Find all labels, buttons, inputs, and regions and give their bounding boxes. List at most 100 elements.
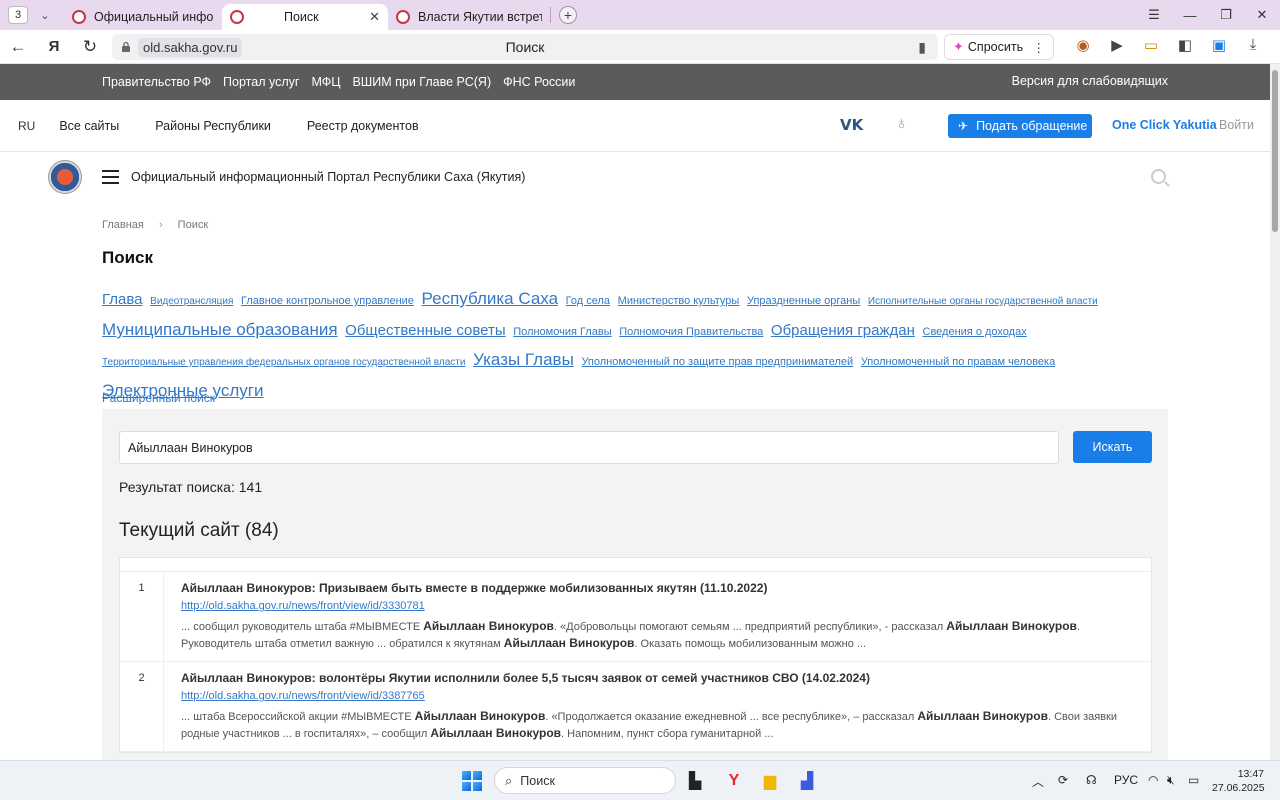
collections-icon[interactable]: ◧ xyxy=(1168,36,1202,54)
tag-link[interactable]: Упраздненные органы xyxy=(747,295,860,307)
reload-icon[interactable]: ↻ xyxy=(72,37,108,57)
tag-link[interactable]: Министерство культуры xyxy=(618,295,740,307)
search-submit-button[interactable]: Искать xyxy=(1073,431,1152,463)
close-window-icon[interactable]: ✕ xyxy=(1244,7,1280,23)
ask-ai-button[interactable]: ✦ Спросить ⋮ xyxy=(944,34,1054,60)
snippet-text: . Оказать помощь мобилизованным можно ..… xyxy=(634,638,867,650)
browser-tab[interactable]: Официальный информа xyxy=(64,4,222,30)
highlight-term: Айыллаан Винокуров xyxy=(430,726,562,740)
accessibility-version-link[interactable]: Версия для слабовидящих xyxy=(1012,74,1168,88)
gov-link[interactable]: Правительство РФ xyxy=(102,75,211,89)
one-click-yakutia-link[interactable]: One Click Yakutia xyxy=(1112,118,1217,132)
sync-icon[interactable]: ⟳ xyxy=(1058,773,1068,787)
tag-link[interactable]: Общественные советы xyxy=(345,322,505,339)
result-snippet: ... штаба Всероссийской акции #МЫВМЕСТЕ … xyxy=(181,708,1135,742)
tag-link[interactable]: Полномочия Правительства xyxy=(619,326,763,338)
url-field[interactable]: old.sakha.gov.ru Поиск ▮ xyxy=(112,34,938,60)
tag-link[interactable]: Указы Главы xyxy=(473,350,574,369)
gov-links-bar: Правительство РФ Портал услуг МФЦ ВШИМ п… xyxy=(0,64,1270,100)
tag-link[interactable]: Сведения о доходах xyxy=(923,326,1027,338)
vk-icon[interactable]: VK xyxy=(840,116,863,134)
tab-divider xyxy=(550,7,551,23)
tag-link[interactable]: Глава xyxy=(102,291,143,308)
nav-districts[interactable]: Районы Республики xyxy=(155,119,271,133)
yandex-browser-icon[interactable]: Y xyxy=(723,770,745,792)
result-count: Результат поиска: 141 xyxy=(119,479,263,495)
language-switch[interactable]: RU xyxy=(18,119,35,133)
tag-link[interactable]: Муниципальные образования xyxy=(102,320,338,339)
hamburger-menu-icon[interactable] xyxy=(102,170,119,188)
odnoklassniki-icon[interactable]: ♁ xyxy=(895,113,909,134)
new-tab-icon[interactable]: + xyxy=(559,6,577,24)
minimize-icon[interactable]: — xyxy=(1172,8,1208,23)
analytics-app-icon[interactable]: ▟ xyxy=(796,770,818,792)
restore-icon[interactable]: ❐ xyxy=(1208,7,1244,23)
close-tab-icon[interactable]: ✕ xyxy=(363,9,380,25)
media-play-icon[interactable]: ▶ xyxy=(1100,36,1134,54)
tag-link[interactable]: Главное контрольное управление xyxy=(241,295,414,307)
input-language[interactable]: РУС xyxy=(1114,773,1138,787)
search-panel: Айыллаан Винокуров Искать Результат поис… xyxy=(102,409,1168,760)
tag-link[interactable]: Республика Саха xyxy=(422,289,559,308)
volume-muted-icon[interactable]: 🔇︎ xyxy=(1167,773,1175,788)
wifi-icon[interactable]: ◠ xyxy=(1148,773,1158,787)
sparkle-icon: ✦ xyxy=(953,39,964,54)
profile-extension-icon[interactable]: ▣ xyxy=(1202,36,1236,54)
menu-icon[interactable]: ☰ xyxy=(1136,7,1172,23)
task-view-icon[interactable]: ▙ xyxy=(684,770,706,792)
result-title[interactable]: Айыллаан Винокуров: волонтёры Якутии исп… xyxy=(181,671,1135,685)
search-icon[interactable] xyxy=(1151,169,1166,184)
gov-link[interactable]: МФЦ xyxy=(311,75,340,89)
file-explorer-icon[interactable]: ▆ xyxy=(759,770,781,792)
coat-of-arms-icon[interactable] xyxy=(48,160,82,194)
headset-icon[interactable]: ☊ xyxy=(1086,773,1097,787)
nav-documents-registry[interactable]: Реестр документов xyxy=(307,119,419,133)
tag-link[interactable]: Уполномоченный по правам человека xyxy=(861,356,1055,368)
chevron-down-icon[interactable]: ⌄ xyxy=(34,9,56,22)
tab-count-badge[interactable]: 3 xyxy=(8,6,28,24)
tag-link[interactable]: Обращения граждан xyxy=(771,322,915,339)
tag-link[interactable]: Исполнительные органы государственной вл… xyxy=(868,296,1098,307)
browser-tab[interactable]: Власти Якутии встретили xyxy=(388,4,550,30)
windows-start-icon[interactable] xyxy=(462,771,482,791)
scrollbar-thumb[interactable] xyxy=(1272,70,1278,232)
taskbar-search[interactable]: ⌕ Поиск xyxy=(494,767,676,794)
system-clock[interactable]: 13:47 27.06.2025 xyxy=(1212,767,1265,795)
login-link[interactable]: Войти xyxy=(1219,118,1254,132)
tag-link[interactable]: Видеотрансляция xyxy=(150,296,233,307)
extension-icon[interactable]: ◉ xyxy=(1066,36,1100,54)
result-url[interactable]: http://old.sakha.gov.ru/news/front/view/… xyxy=(181,600,1135,612)
advanced-search-link[interactable]: Расширенный поиск xyxy=(102,391,215,405)
search-query-input[interactable]: Айыллаан Винокуров xyxy=(119,431,1059,464)
table-row: 1 Айыллаан Винокуров: Призываем быть вме… xyxy=(120,572,1151,662)
chevron-up-icon[interactable]: ︿ xyxy=(1032,773,1044,790)
yandex-logo-icon[interactable]: Я xyxy=(36,38,72,55)
snippet-text: . «Добровольцы помогают семьям ... предп… xyxy=(553,621,947,633)
gov-link[interactable]: Портал услуг xyxy=(223,75,299,89)
highlight-term: Айыллаан Винокуров xyxy=(946,619,1077,633)
breadcrumb-home[interactable]: Главная xyxy=(102,219,144,231)
chevron-right-icon: › xyxy=(158,219,163,231)
more-vertical-icon[interactable]: ⋮ xyxy=(1033,40,1046,55)
back-arrow-icon[interactable]: ← xyxy=(0,37,36,57)
portal-title[interactable]: Официальный информационный Портал Респуб… xyxy=(131,170,525,184)
downloads-icon[interactable]: ⤓ xyxy=(1236,36,1270,54)
gov-link[interactable]: ФНС России xyxy=(503,75,575,89)
results-table: 1 Айыллаан Винокуров: Призываем быть вме… xyxy=(119,557,1152,753)
url-host: old.sakha.gov.ru xyxy=(138,37,243,57)
battery-icon[interactable]: ▭ xyxy=(1188,773,1199,787)
tag-link[interactable]: Полномочия Главы xyxy=(513,326,611,338)
gov-link[interactable]: ВШИМ при Главе РС(Я) xyxy=(352,75,491,89)
tag-link[interactable]: Уполномоченный по защите прав предприним… xyxy=(581,356,853,368)
browser-tab-active[interactable]: Поиск ✕ xyxy=(222,4,388,30)
result-url[interactable]: http://old.sakha.gov.ru/news/front/view/… xyxy=(181,690,1135,702)
tag-link[interactable]: Год села xyxy=(566,295,610,307)
battery-icon[interactable]: ▭ xyxy=(1134,36,1168,54)
result-title[interactable]: Айыллаан Винокуров: Призываем быть вмест… xyxy=(181,581,1135,595)
submit-appeal-button[interactable]: ✈ Подать обращение xyxy=(948,114,1092,138)
page-scrollbar[interactable] xyxy=(1270,64,1280,760)
result-number: 2 xyxy=(120,662,164,751)
tag-link[interactable]: Территориальные управления федеральных о… xyxy=(102,357,465,368)
bookmark-icon[interactable]: ▮ xyxy=(918,39,926,56)
nav-all-sites[interactable]: Все сайты xyxy=(59,119,119,133)
